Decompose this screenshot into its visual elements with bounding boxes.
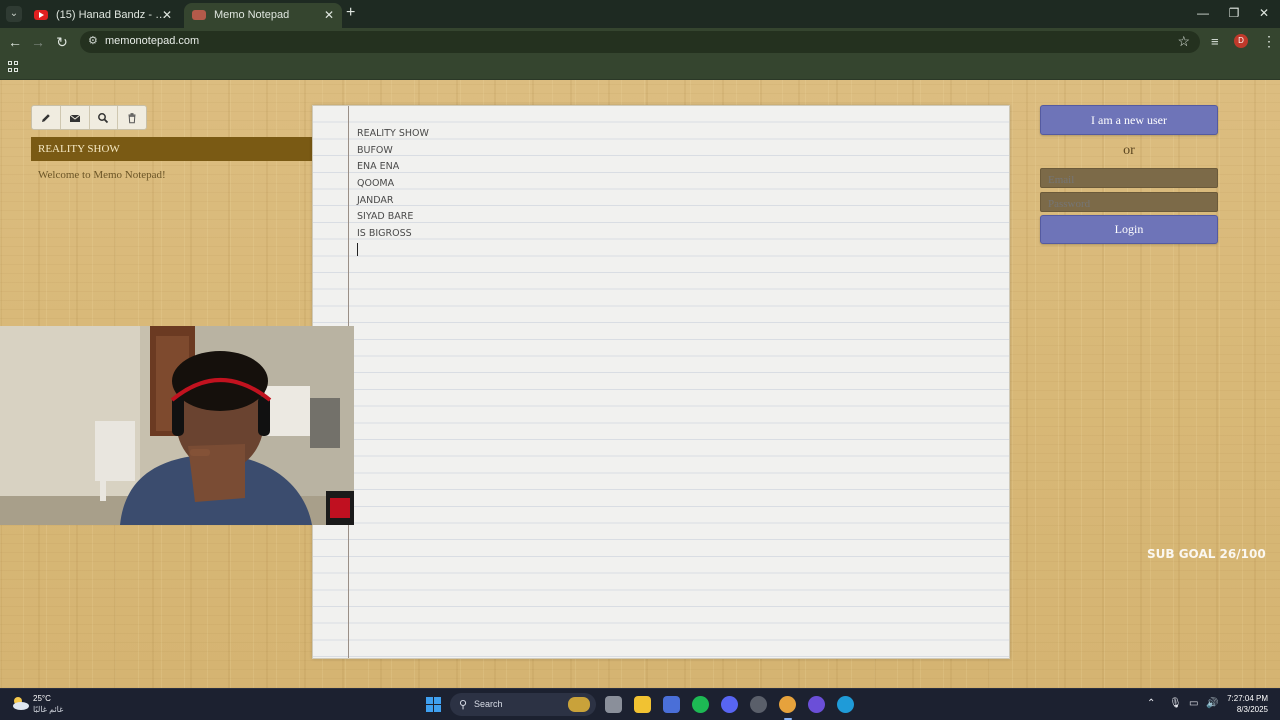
note-toolbar (31, 105, 147, 130)
browser-toolbar: ← → ↻ ⚙ memonotepad.com ☆ (0, 28, 1280, 56)
delete-note-button[interactable] (118, 106, 146, 129)
address-bar[interactable]: ⚙ memonotepad.com ☆ (80, 31, 1200, 53)
tab-search-button[interactable]: ⌄ (6, 6, 22, 22)
envelope-icon (69, 114, 80, 122)
chevron-up-icon[interactable]: ⌃ (1147, 698, 1155, 709)
memo-line: ENA ENA (357, 161, 400, 173)
app-icon[interactable] (808, 696, 825, 713)
windows-start-icon[interactable] (426, 697, 441, 712)
tab-title: Memo Notepad (214, 9, 290, 21)
welcome-text: Welcome to Memo Notepad! (38, 169, 166, 181)
clock-date: 8/3/2025 (1236, 705, 1268, 714)
microphone-icon[interactable]: 🎙 (1169, 698, 1182, 709)
memo-line: SIYAD BARE (357, 211, 414, 223)
memo-notepad-page: REALITY SHOW Welcome to Memo Notepad! RE… (0, 80, 1280, 688)
stream-overlay-sub-goal: SUB GOAL 26/100 (1147, 547, 1266, 561)
minimize-button[interactable]: — (1196, 6, 1210, 20)
memo-text[interactable]: REALITY SHOW BUFOW ENA ENA QOOMA JANDAR … (357, 126, 429, 243)
file-explorer-icon[interactable] (634, 696, 651, 713)
memo-line: IS BIGROSS (357, 228, 412, 240)
url-text: memonotepad.com (105, 35, 200, 47)
tab-youtube[interactable]: (15) Hanad Bandz - Saameyn ( ✕ (26, 3, 180, 28)
task-view-icon[interactable] (605, 696, 622, 713)
webcam-overlay (0, 326, 354, 525)
or-divider-text: or (1123, 143, 1135, 158)
search-notes-button[interactable] (90, 106, 119, 129)
pencil-icon (41, 113, 50, 122)
trash-icon (128, 112, 136, 123)
bookmark-star-icon[interactable]: ☆ (1177, 33, 1190, 50)
weather-condition: غائم غالبًا (33, 705, 64, 714)
chrome-icon[interactable] (779, 696, 796, 713)
tab-title: (15) Hanad Bandz - Saameyn ( (56, 9, 168, 21)
tab-memo-notepad[interactable]: Memo Notepad ✕ (184, 3, 342, 28)
taskbar-search[interactable]: ⚲ Search (450, 693, 596, 716)
reload-icon[interactable]: ↻ (53, 33, 71, 51)
restore-button[interactable]: ❐ (1227, 6, 1241, 20)
system-clock[interactable]: 7:27:04 PM 8/3/2025 (1222, 693, 1268, 715)
new-user-button[interactable]: I am a new user (1040, 105, 1218, 135)
back-arrow-icon[interactable]: ← (6, 33, 24, 51)
clock-time: 7:27:04 PM (1227, 694, 1268, 703)
spotify-icon[interactable] (692, 696, 709, 713)
weather-cloud-icon[interactable] (10, 695, 30, 711)
memo-line: REALITY SHOW (357, 128, 429, 139)
memo-line: BUFOW (357, 144, 393, 156)
search-icon: ⚲ (459, 699, 468, 711)
obs-icon[interactable] (750, 696, 767, 713)
text-caret (357, 243, 358, 256)
profile-avatar[interactable]: D (1234, 34, 1248, 48)
menu-dots-icon[interactable]: ⋮ (1262, 33, 1276, 50)
password-field[interactable] (1040, 192, 1218, 212)
note-list-item-active[interactable]: REALITY SHOW (31, 137, 313, 161)
search-icon (98, 112, 109, 123)
close-icon[interactable]: ✕ (162, 8, 172, 22)
edge-icon[interactable] (837, 696, 854, 713)
close-icon[interactable]: ✕ (324, 8, 334, 22)
browser-tab-bar: ⌄ (15) Hanad Bandz - Saameyn ( ✕ Memo No… (0, 0, 1280, 28)
login-button[interactable]: Login (1040, 215, 1218, 244)
forward-arrow-icon[interactable]: → (29, 33, 47, 51)
media-controls-icon[interactable]: ≡ (1211, 34, 1219, 49)
memo-line: JANDAR (357, 194, 394, 206)
notepad-editor[interactable]: REALITY SHOW BUFOW ENA ENA QOOMA JANDAR … (312, 105, 1010, 659)
bookmarks-bar (0, 56, 1280, 80)
weather-temperature: 25°C (33, 694, 51, 703)
email-note-button[interactable] (61, 106, 90, 129)
memo-line: QOOMA (357, 178, 395, 190)
discord-icon[interactable] (721, 696, 738, 713)
volume-icon[interactable]: 🔊 (1206, 698, 1218, 709)
apps-grid-icon[interactable] (8, 61, 20, 73)
search-highlight-icon (568, 697, 590, 712)
new-tab-button[interactable]: + (346, 5, 355, 21)
windows-taskbar: 25°C غائم غالبًا ⚲ Search ⌃ 🎙 ▭ 🔊 7:27:0… (0, 688, 1280, 720)
new-note-button[interactable] (32, 106, 61, 129)
email-field[interactable] (1040, 168, 1218, 188)
window-close-button[interactable]: ✕ (1257, 6, 1271, 20)
memo-notepad-icon (192, 10, 206, 20)
search-label: Search (474, 699, 503, 709)
microsoft-store-icon[interactable] (663, 696, 680, 713)
youtube-icon (34, 10, 48, 20)
network-icon[interactable]: ▭ (1189, 698, 1198, 709)
webcam-feed-image (0, 326, 354, 525)
site-info-icon[interactable]: ⚙ (88, 34, 98, 47)
